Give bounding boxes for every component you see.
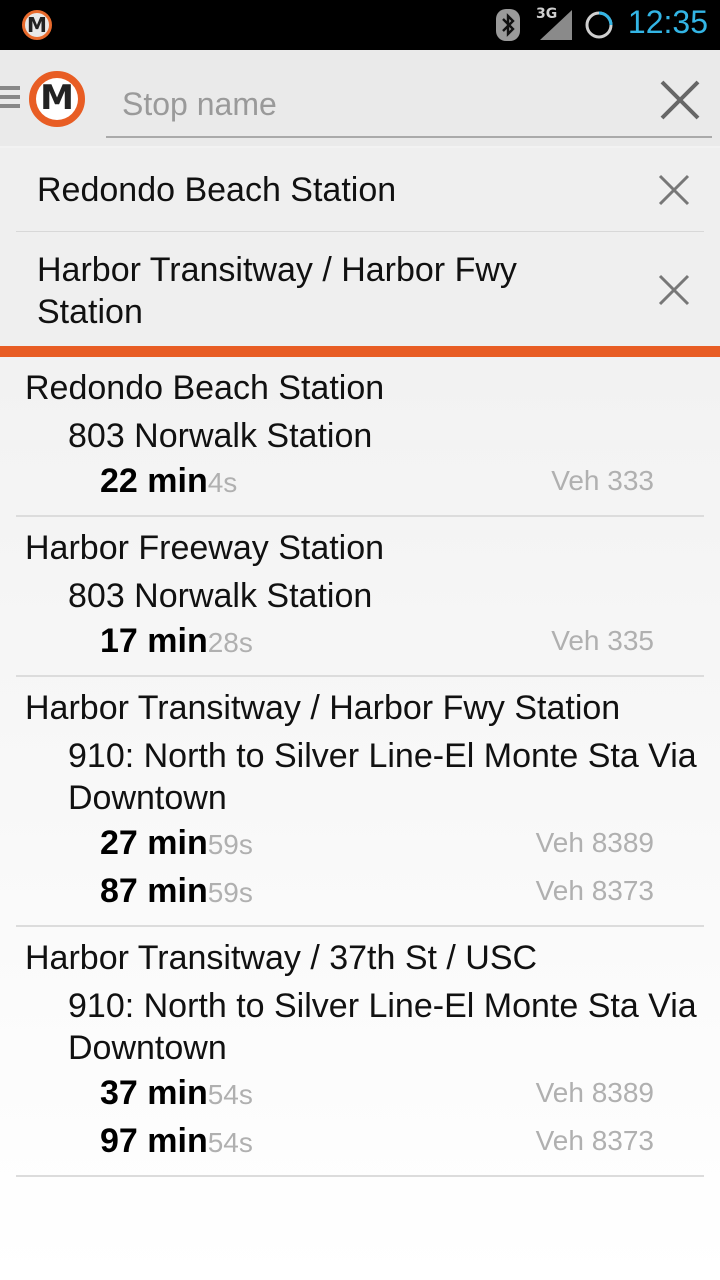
vehicle-number: Veh 8373 <box>535 875 654 906</box>
vehicle-number: Veh 333 <box>551 465 654 496</box>
bluetooth-icon <box>496 9 520 41</box>
selected-stops-list: Redondo Beach Station Harbor Transitway … <box>0 148 720 346</box>
arrival-row: 27 min59s Veh 8389 <box>16 819 704 867</box>
clear-search-icon[interactable] <box>656 76 704 124</box>
metro-logo-letter: M <box>36 78 78 120</box>
stop-name: Harbor Transitway / Harbor Fwy Station <box>25 689 621 727</box>
clock: 12:35 <box>627 4 708 40</box>
arrival-group[interactable]: Harbor Freeway Station 803 Norwalk Stati… <box>16 517 704 677</box>
section-divider <box>0 346 720 357</box>
route-name: 910: North to Silver Line-El Monte Sta V… <box>68 987 697 1067</box>
remove-stop-icon[interactable] <box>654 270 694 310</box>
arrival-seconds: 28s <box>207 627 253 658</box>
stop-name: Harbor Transitway / 37th St / USC <box>25 939 538 977</box>
arrival-row: 87 min59s Veh 8373 <box>16 867 704 915</box>
arrival-minutes: 27 min <box>100 824 208 862</box>
arrival-row: 22 min4s Veh 333 <box>16 457 704 505</box>
arrival-minutes: 37 min <box>100 1074 208 1112</box>
app-logo-icon: M <box>22 10 52 40</box>
stop-search-input[interactable] <box>106 72 712 138</box>
arrival-group[interactable]: Harbor Transitway / Harbor Fwy Station 9… <box>16 677 704 927</box>
vehicle-number: Veh 8389 <box>535 827 654 858</box>
arrival-seconds: 59s <box>207 877 253 908</box>
route-name: 910: North to Silver Line-El Monte Sta V… <box>68 737 697 817</box>
arrival-group[interactable]: Redondo Beach Station 803 Norwalk Statio… <box>16 357 704 517</box>
arrival-minutes: 22 min <box>100 462 208 500</box>
arrival-row: 37 min54s Veh 8389 <box>16 1069 704 1117</box>
arrival-row: 97 min54s Veh 8373 <box>16 1117 704 1165</box>
vehicle-number: Veh 8389 <box>535 1077 654 1108</box>
arrivals-list: Redondo Beach Station 803 Norwalk Statio… <box>0 357 720 1177</box>
vehicle-number: Veh 8373 <box>535 1125 654 1156</box>
stop-name: Redondo Beach Station <box>25 369 385 407</box>
arrival-group[interactable]: Harbor Transitway / 37th St / USC 910: N… <box>16 927 704 1177</box>
metro-logo-icon[interactable]: M <box>29 71 85 127</box>
arrival-seconds: 54s <box>207 1079 253 1110</box>
vehicle-number: Veh 335 <box>551 625 654 656</box>
remove-stop-icon[interactable] <box>654 170 694 210</box>
arrival-row: 17 min28s Veh 335 <box>16 617 704 665</box>
route-name: 803 Norwalk Station <box>68 417 373 455</box>
arrival-seconds: 54s <box>207 1127 253 1158</box>
arrival-minutes: 87 min <box>100 872 208 910</box>
arrival-seconds: 4s <box>207 467 238 498</box>
arrival-minutes: 97 min <box>100 1122 208 1160</box>
arrival-seconds: 59s <box>207 829 253 860</box>
stop-name: Harbor Freeway Station <box>25 529 385 567</box>
selected-stop-label: Harbor Transitway / Harbor Fwy Station <box>37 251 517 331</box>
menu-icon[interactable] <box>0 86 20 110</box>
sync-icon <box>585 11 613 39</box>
selected-stop-item[interactable]: Harbor Transitway / Harbor Fwy Station <box>16 232 704 346</box>
selected-stop-item[interactable]: Redondo Beach Station <box>16 148 704 232</box>
network-type-label: 3G <box>536 6 558 22</box>
arrival-minutes: 17 min <box>100 622 208 660</box>
selected-stop-label: Redondo Beach Station <box>37 171 397 209</box>
status-bar: M 3G 12:35 <box>0 0 720 50</box>
action-bar: M <box>0 50 720 146</box>
route-name: 803 Norwalk Station <box>68 577 373 615</box>
